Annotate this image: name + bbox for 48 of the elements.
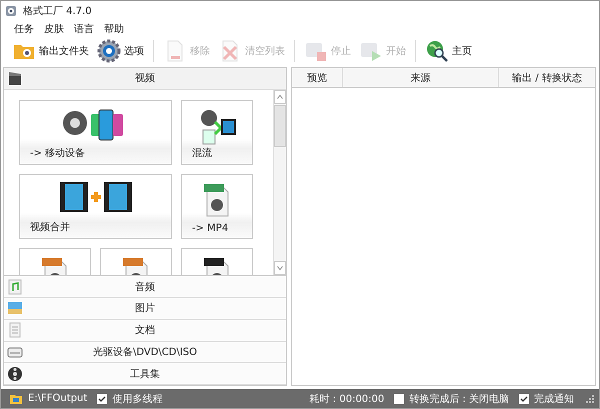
checkbox[interactable] xyxy=(519,394,529,404)
category-row[interactable]: 工具集 xyxy=(4,363,286,386)
category-header[interactable]: 视频 xyxy=(4,68,286,90)
tile-label: 视频合并 xyxy=(30,220,70,234)
film-reel-icon xyxy=(7,366,23,382)
scrollbar[interactable] xyxy=(273,90,286,276)
folder-icon xyxy=(9,392,23,404)
globe-search-icon xyxy=(425,39,449,63)
menu-item[interactable]: 皮肤 xyxy=(44,22,64,36)
scroll-thumb[interactable] xyxy=(274,104,286,147)
column-header[interactable]: 预览 xyxy=(292,68,343,87)
image-icon xyxy=(7,300,23,316)
tool-tile[interactable]: -> 移动设备 xyxy=(19,100,172,165)
category-row[interactable]: 图片 xyxy=(4,298,286,320)
column-header[interactable]: 输出 / 转换状态 xyxy=(499,68,595,87)
gear-icon xyxy=(97,39,121,63)
category-row[interactable]: 文档 xyxy=(4,320,286,342)
film-plus-film-icon xyxy=(58,182,134,212)
menu-item[interactable]: 任务 xyxy=(14,22,34,36)
toolbar-button[interactable]: 主页 xyxy=(422,38,475,64)
tile-label: -> 移动设备 xyxy=(30,146,86,160)
checkbox-label: 使用多线程 xyxy=(112,392,162,406)
menu-item[interactable]: 语言 xyxy=(74,22,94,36)
column-header[interactable]: 来源 xyxy=(343,68,499,87)
elapsed-time: 耗时 : 00:00:00 xyxy=(310,392,384,406)
scroll-up-icon[interactable] xyxy=(274,90,286,104)
tool-tile[interactable]: -> MP4 xyxy=(181,174,253,239)
tile-label: 混流 xyxy=(192,146,212,160)
checkbox-label: 转换完成后 : 关闭电脑 xyxy=(409,392,509,406)
tool-tile[interactable]: 混流 xyxy=(181,100,253,165)
music-note-icon xyxy=(7,278,23,295)
scroll-down-icon[interactable] xyxy=(274,261,286,276)
checkbox[interactable] xyxy=(97,394,108,404)
tile-label: -> MP4 xyxy=(192,222,228,234)
clapper-icon xyxy=(7,70,23,86)
category-row[interactable]: 音频 xyxy=(4,276,286,298)
toolbar-button[interactable]: 输出文件夹 xyxy=(9,38,92,64)
app-icon xyxy=(5,4,17,16)
resize-grip-icon[interactable] xyxy=(585,394,595,404)
window-title: 格式工厂 4.7.0 xyxy=(23,4,92,18)
checkbox[interactable] xyxy=(394,394,404,404)
toolbar-button[interactable]: 选项 xyxy=(94,38,147,64)
output-folder-path: E:\FFOutput xyxy=(28,393,88,404)
menu-item[interactable]: 帮助 xyxy=(104,22,124,36)
category-row[interactable]: 光驱设备\DVD\CD\ISO xyxy=(4,342,286,364)
checkbox-label: 完成通知 xyxy=(534,392,574,406)
tool-tile[interactable]: 视频合并 xyxy=(19,174,172,239)
document-icon xyxy=(7,322,23,338)
